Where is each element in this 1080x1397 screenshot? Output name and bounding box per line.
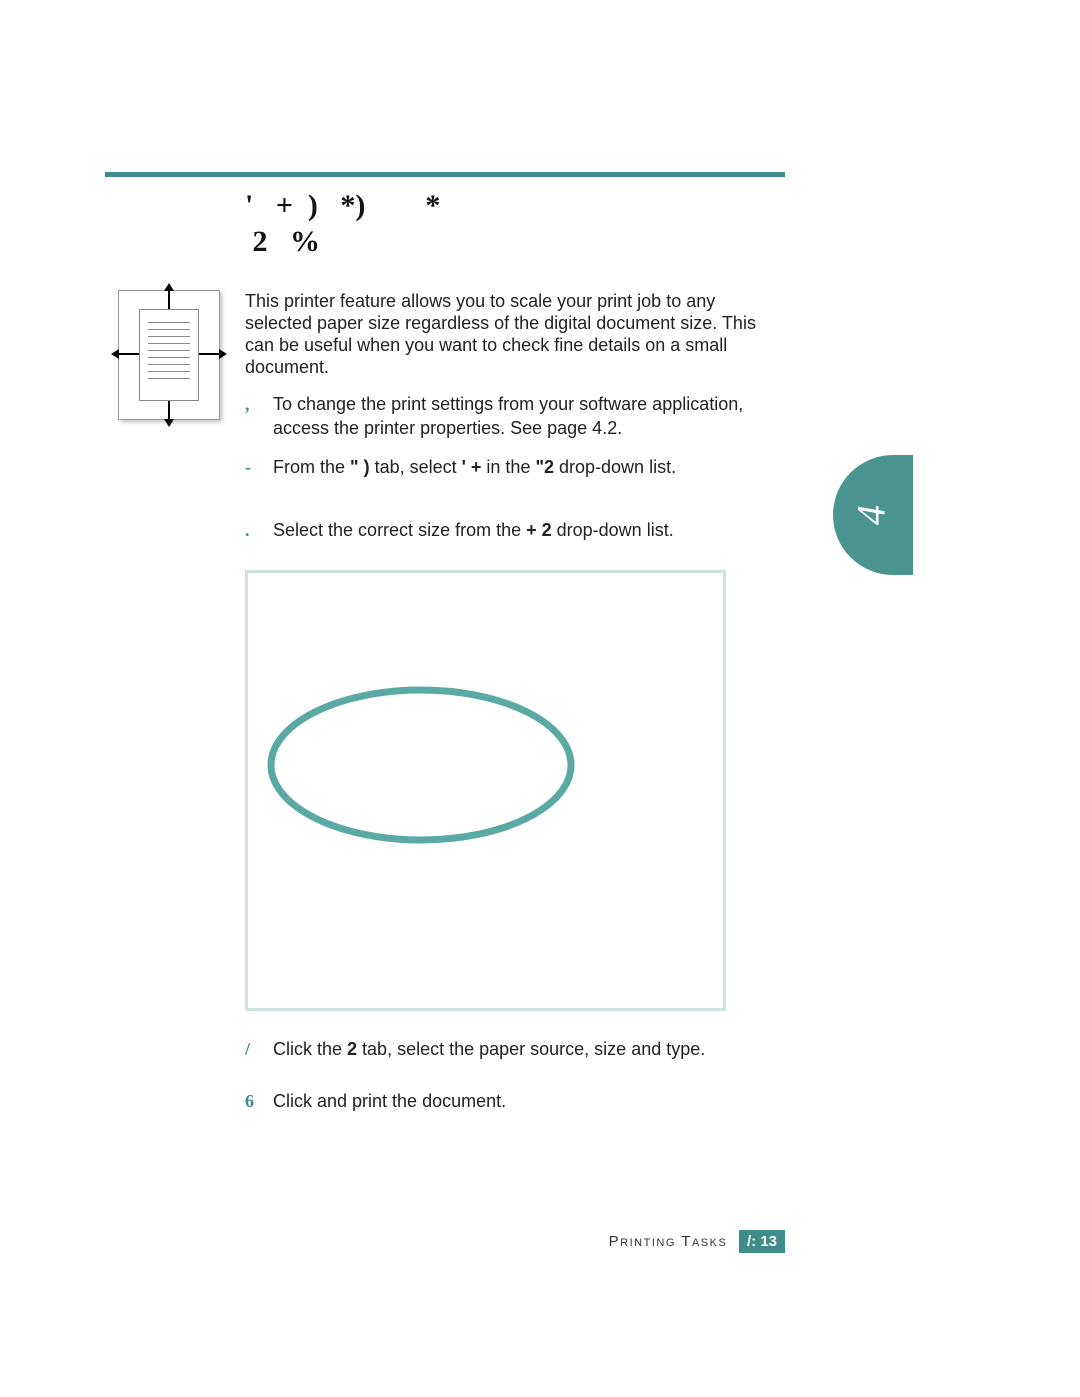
- step-text: drop-down list.: [554, 457, 676, 477]
- heading-line2: 2 %: [245, 225, 320, 258]
- step-text: From the: [273, 457, 350, 477]
- page-outline-icon: [139, 309, 199, 401]
- chapter-thumb-tab: 4: [833, 455, 913, 575]
- step-number: ,: [245, 392, 265, 416]
- step-2: - From the " ) tab, select ' + in the "2…: [245, 455, 785, 479]
- step-5: 6 Click and print the document.: [245, 1089, 785, 1113]
- chapter-number: 4: [848, 505, 895, 525]
- step-text: Click the: [273, 1039, 347, 1059]
- step-text: tab, select: [370, 457, 462, 477]
- step-body: Click and print the document.: [273, 1089, 785, 1113]
- step-body: From the " ) tab, select ' + in the "2 d…: [273, 455, 785, 479]
- screenshot-placeholder: [245, 570, 726, 1011]
- section-rule: [105, 172, 785, 177]
- step-text: drop-down list.: [552, 520, 674, 540]
- step-number: 6: [245, 1089, 265, 1113]
- page-text-lines-icon: [148, 322, 190, 385]
- ui-label: "2: [535, 457, 554, 477]
- arrow-down-icon: [168, 401, 170, 421]
- footer-page-number: /: 13: [739, 1230, 785, 1253]
- arrowhead-up-icon: [164, 283, 174, 291]
- arrowhead-down-icon: [164, 419, 174, 427]
- highlight-ellipse-icon: [266, 683, 576, 848]
- ui-label: ' +: [462, 457, 482, 477]
- scale-illustration: [118, 290, 220, 420]
- footer-section-label: Printing Tasks: [609, 1233, 728, 1250]
- step-number: /: [245, 1037, 265, 1061]
- step-text: Select the correct size from the: [273, 520, 526, 540]
- step-body: Click the 2 tab, select the paper source…: [273, 1037, 785, 1061]
- step-text: Click: [273, 1091, 317, 1111]
- step-3: . Select the correct size from the + 2 d…: [245, 518, 785, 542]
- step-number: -: [245, 455, 265, 479]
- arrow-up-icon: [168, 289, 170, 309]
- step-body: Select the correct size from the + 2 dro…: [273, 518, 785, 542]
- step-text: in the: [481, 457, 535, 477]
- arrowhead-left-icon: [111, 349, 119, 359]
- ui-label: + 2: [526, 520, 552, 540]
- step-body: To change the print settings from your s…: [273, 392, 785, 440]
- step-text: tab, select the paper source, size and t…: [357, 1039, 705, 1059]
- arrow-right-icon: [199, 353, 221, 355]
- arrowhead-right-icon: [219, 349, 227, 359]
- page-footer: Printing Tasks /: 13: [0, 1230, 1080, 1253]
- intro-paragraph: This printer feature allows you to scale…: [245, 290, 785, 378]
- step-text: To change the print settings from your s…: [273, 394, 743, 438]
- ui-label: " ): [350, 457, 370, 477]
- arrow-left-icon: [117, 353, 139, 355]
- step-text: and print the document.: [317, 1091, 506, 1111]
- heading-line1: ' + ) *) *: [245, 189, 440, 222]
- step-1: , To change the print settings from your…: [245, 392, 785, 440]
- section-heading: ' + ) *) * 2 %: [245, 188, 745, 260]
- step-4: / Click the 2 tab, select the paper sour…: [245, 1037, 785, 1061]
- step-number: .: [245, 518, 265, 542]
- ui-label: 2: [347, 1039, 357, 1059]
